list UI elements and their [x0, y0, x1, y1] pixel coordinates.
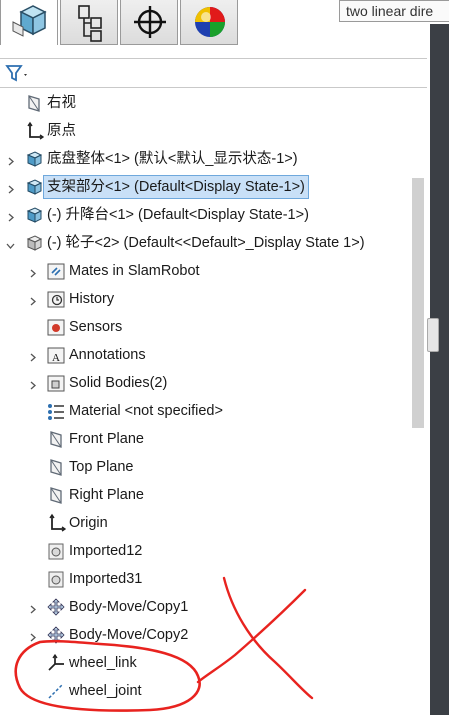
- tree-item[interactable]: (-) 轮子<2> (Default<<Default>_Display Sta…: [6, 231, 365, 255]
- tree-item-label: Material <not specified>: [69, 403, 223, 419]
- tree-item-label: Top Plane: [69, 459, 134, 475]
- tree-item[interactable]: 原点: [24, 119, 76, 143]
- color-sphere-icon: [195, 7, 225, 37]
- sensors-folder-icon: [46, 317, 66, 337]
- tree-item[interactable]: Imported12: [46, 539, 142, 563]
- property-tree-icon: [78, 5, 102, 42]
- tree-item[interactable]: Sensors: [46, 315, 122, 339]
- tree-item[interactable]: Right Plane: [46, 483, 144, 507]
- tree-item-label: Sensors: [69, 319, 123, 335]
- tree-item[interactable]: Material <not specified>: [46, 399, 223, 423]
- tree-item[interactable]: Mates in SlamRobot: [30, 259, 200, 283]
- tree-item-label: Annotations: [69, 347, 146, 363]
- tree-item[interactable]: 底盘整体<1> (默认<默认_显示状态-1>): [8, 147, 298, 171]
- part-icon: [24, 149, 44, 169]
- tree-item-label: wheel_joint: [69, 683, 142, 699]
- featuremanager-tab[interactable]: [0, 0, 58, 45]
- part-icon: [24, 233, 44, 253]
- crosshair-icon: [134, 6, 166, 38]
- tree-item-label: Mates in SlamRobot: [69, 263, 200, 279]
- tree-item[interactable]: A Annotations: [30, 343, 146, 367]
- displaymanager-tab[interactable]: [180, 0, 238, 45]
- plane-icon: [46, 429, 66, 449]
- tree-item-label: Front Plane: [69, 431, 144, 447]
- expand-arrow-icon[interactable]: [28, 602, 36, 614]
- svg-text:A: A: [52, 352, 60, 364]
- tree-item[interactable]: Body-Move/Copy2: [30, 623, 189, 647]
- tree-item[interactable]: Body-Move/Copy1: [30, 595, 189, 619]
- tree-item[interactable]: (-) 升降台<1> (Default<Display State-1>): [8, 203, 309, 227]
- vertical-scrollbar-thumb[interactable]: [412, 178, 424, 428]
- tree-item-label: Body-Move/Copy1: [69, 599, 189, 615]
- material-icon: [46, 401, 66, 421]
- tooltip: two linear dire: [339, 0, 449, 22]
- expand-arrow-icon[interactable]: [28, 630, 36, 642]
- mates-folder-icon: [46, 261, 66, 281]
- tree-item-label: Origin: [69, 515, 108, 531]
- tree-item-label: Solid Bodies(2): [69, 375, 168, 391]
- tree-item-label: (-) 轮子<2> (Default<<Default>_Display Sta…: [47, 235, 365, 251]
- coordinate-system-icon: [46, 653, 66, 673]
- move-copy-icon: [46, 625, 66, 645]
- tree-item-label: Imported12: [69, 543, 143, 559]
- filter-bar: [0, 58, 427, 88]
- tree-item-label: History: [69, 291, 115, 307]
- tree-item[interactable]: 右视: [24, 91, 76, 115]
- tree-item[interactable]: wheel_joint: [46, 679, 142, 703]
- tree-item[interactable]: Imported31: [46, 567, 142, 591]
- tree-item-label: Body-Move/Copy2: [69, 627, 189, 643]
- feature-tree: 右视原点底盘整体<1> (默认<默认_显示状态-1>) 支架部分<1> (Defa…: [0, 88, 427, 715]
- expand-arrow-icon[interactable]: [28, 378, 36, 390]
- solid-bodies-folder-icon: [46, 373, 66, 393]
- configurationmanager-tab[interactable]: [120, 0, 178, 45]
- expand-arrow-icon[interactable]: [6, 210, 14, 222]
- tree-item-label: Right Plane: [69, 487, 144, 503]
- tree-item-label: Imported31: [69, 571, 143, 587]
- tree-item-label: wheel_link: [69, 655, 137, 671]
- tree-item[interactable]: Solid Bodies(2): [30, 371, 168, 395]
- propertymanager-tab[interactable]: [60, 0, 118, 45]
- expand-arrow-icon[interactable]: [28, 294, 36, 306]
- tree-item[interactable]: Top Plane: [46, 455, 134, 479]
- tree-item-label: (-) 升降台<1> (Default<Display State-1>): [47, 207, 309, 223]
- expand-arrow-icon[interactable]: [6, 182, 14, 194]
- part-icon: [24, 177, 44, 197]
- tree-item-label: 右视: [47, 95, 76, 111]
- featuremanager-toolbar: [0, 0, 240, 46]
- plane-icon: [46, 485, 66, 505]
- expand-arrow-icon[interactable]: [28, 266, 36, 278]
- expand-arrow-icon[interactable]: [6, 154, 14, 166]
- imported-body-icon: [46, 541, 66, 561]
- tree-item[interactable]: 支架部分<1> (Default<Display State-1>): [8, 175, 309, 199]
- tree-item-label: 原点: [47, 123, 76, 139]
- history-folder-icon: [46, 289, 66, 309]
- collapse-arrow-icon[interactable]: [6, 238, 15, 249]
- tree-item[interactable]: Origin: [46, 511, 108, 535]
- graphics-viewport[interactable]: [430, 24, 449, 715]
- origin-icon: [24, 121, 45, 141]
- tree-item-label: 支架部分<1> (Default<Display State-1>): [43, 175, 309, 199]
- origin-icon: [46, 513, 67, 533]
- axis-icon: [46, 681, 66, 701]
- plane-icon: [24, 93, 44, 113]
- part-cube-icon: [12, 5, 47, 37]
- tree-item-label: 底盘整体<1> (默认<默认_显示状态-1>): [47, 151, 298, 167]
- tree-item[interactable]: History: [30, 287, 115, 311]
- annotations-folder-icon: A: [46, 345, 66, 365]
- part-icon: [24, 205, 44, 225]
- expand-arrow-icon[interactable]: [28, 350, 36, 362]
- panel-collapse-handle[interactable]: [427, 318, 439, 352]
- plane-icon: [46, 457, 66, 477]
- tree-item[interactable]: Front Plane: [46, 427, 144, 451]
- filter-icon[interactable]: [3, 59, 33, 87]
- move-copy-icon: [46, 597, 66, 617]
- tree-item[interactable]: wheel_link: [46, 651, 137, 675]
- imported-body-icon: [46, 569, 66, 589]
